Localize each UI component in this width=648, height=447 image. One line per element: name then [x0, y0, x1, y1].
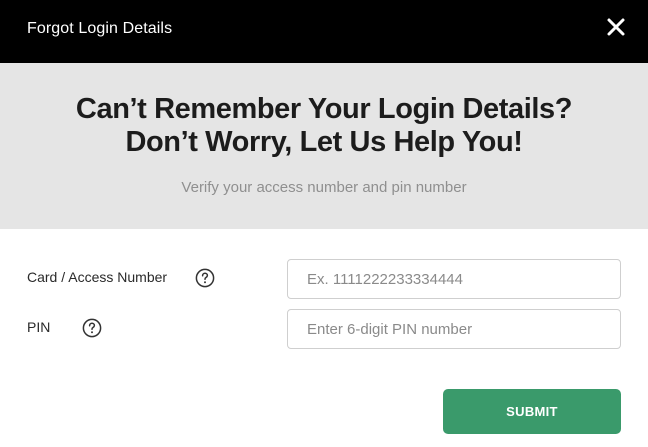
- dialog-title: Forgot Login Details: [27, 20, 173, 37]
- hero-heading-line2: Don’t Worry, Let Us Help You!: [125, 126, 523, 158]
- card-number-label: Card / Access Number: [27, 269, 168, 285]
- question-circle-icon[interactable]: [82, 318, 102, 338]
- question-circle-icon-svg: [195, 268, 215, 288]
- pin-label: PIN: [27, 319, 51, 335]
- hero-subtitle: Verify your access number and pin number: [181, 179, 467, 196]
- card-number-input[interactable]: [287, 259, 621, 299]
- forgot-login-dialog: Forgot Login Details Can’t Remember Your…: [0, 0, 648, 447]
- question-circle-icon-svg: [82, 318, 102, 338]
- hero-heading-line1: Can’t Remember Your Login Details?: [75, 93, 573, 125]
- close-icon-svg: [607, 18, 625, 36]
- dialog-header: Forgot Login Details: [0, 0, 648, 63]
- hero-banner: Can’t Remember Your Login Details? Don’t…: [0, 63, 648, 229]
- pin-input[interactable]: [287, 309, 621, 349]
- submit-button[interactable]: SUBMIT: [443, 389, 621, 434]
- question-circle-icon[interactable]: [195, 268, 215, 288]
- close-icon[interactable]: [604, 15, 628, 39]
